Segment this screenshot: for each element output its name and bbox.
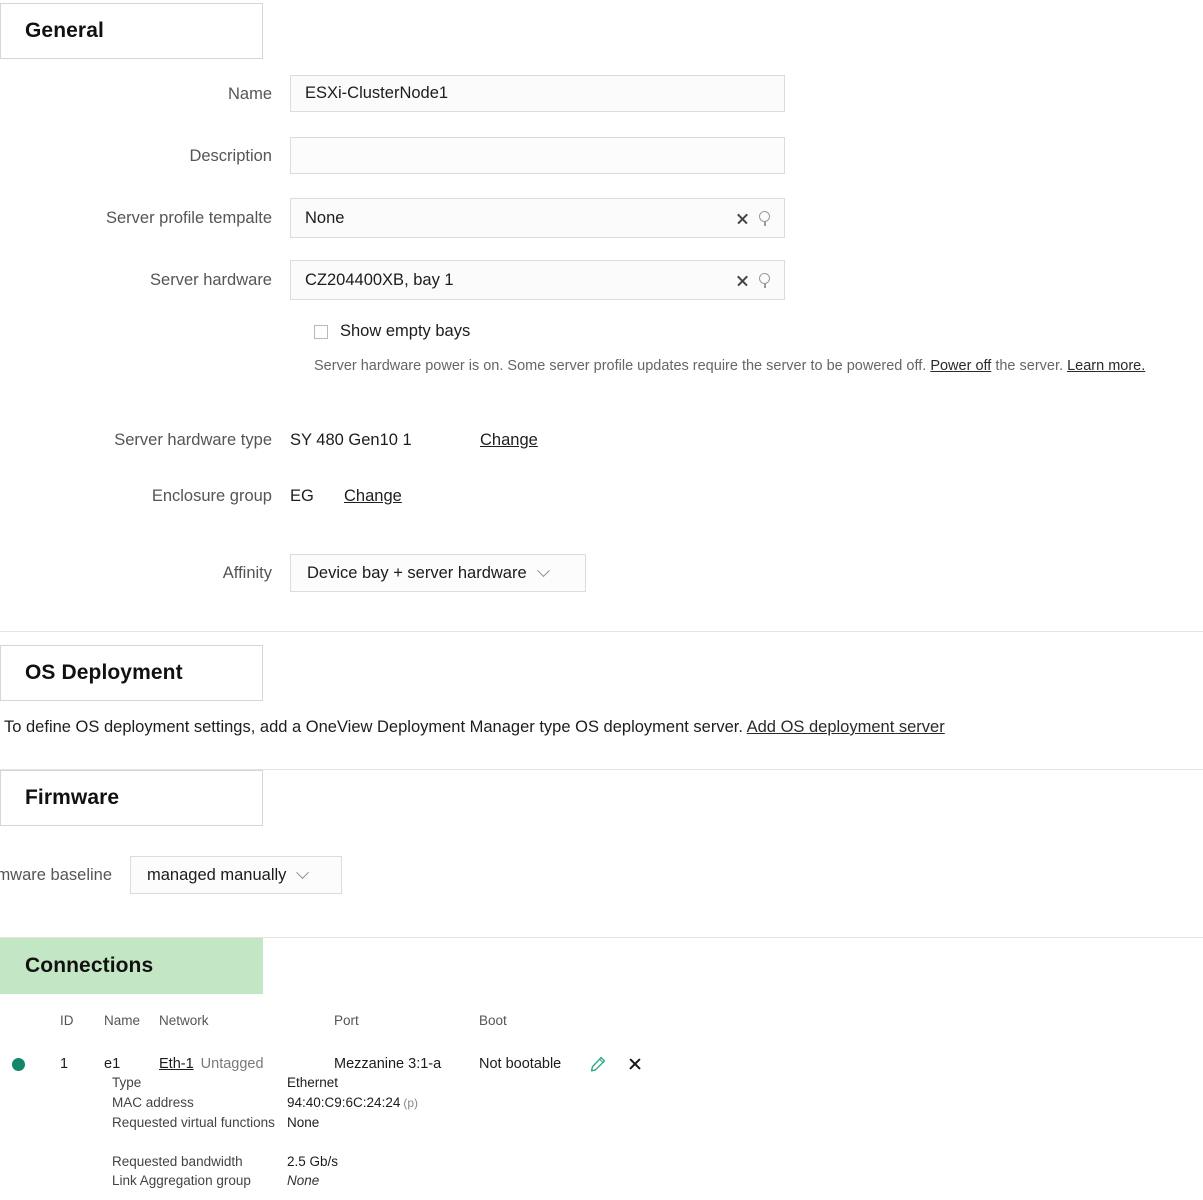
section-header-firmware: Firmware [0, 770, 263, 826]
label-firmware-baseline: Firmware baseline [0, 866, 112, 884]
detail-value-text: 94:40:C9:6C:24:24 [287, 1094, 401, 1110]
affinity-select[interactable]: Device bay + server hardware [290, 554, 586, 592]
section-title-connections: Connections [25, 954, 154, 977]
server-hardware-input[interactable]: CZ204400XB, bay 1 [290, 260, 785, 300]
form-row-name: Name ESXi-ClusterNode1 [0, 75, 785, 112]
enclosure-group-change-link[interactable]: Change [344, 487, 402, 506]
form-row-firmware-baseline: Firmware baseline managed manually [0, 856, 342, 894]
section-title-firmware: Firmware [25, 786, 120, 809]
detail-row-requested-bandwidth: Requested bandwidth 2.5 Gb/s [112, 1152, 418, 1172]
column-header-name: Name [104, 1012, 141, 1028]
search-icon[interactable] [759, 272, 774, 288]
detail-value: 2.5 Gb/s [287, 1153, 339, 1169]
detail-value: 94:40:C9:6C:24:24 (p) [287, 1093, 418, 1114]
column-header-id: ID [60, 1012, 74, 1028]
firmware-baseline-select[interactable]: managed manually [130, 856, 342, 894]
column-header-network: Network [159, 1012, 209, 1028]
pencil-icon[interactable] [589, 1056, 606, 1073]
label-affinity: Affinity [222, 564, 272, 582]
chevron-down-icon [296, 865, 310, 879]
connection-boot: Not bootable [479, 1056, 562, 1072]
server-profile-template-actions [736, 210, 774, 226]
server-hardware-value: CZ204400XB, bay 1 [305, 270, 454, 289]
connection-network-link[interactable]: Eth-1 [159, 1056, 194, 1072]
power-message-part1: Server hardware power is on. Some server… [314, 358, 931, 374]
detail-value-suffix: (p) [403, 1095, 419, 1110]
label-name: Name [227, 84, 272, 103]
enclosure-group-value: EG [290, 486, 314, 505]
description-input[interactable] [290, 137, 785, 174]
connection-network: Eth-1 Untagged [159, 1056, 334, 1072]
detail-value: None [287, 1115, 320, 1130]
add-os-deployment-server-link[interactable]: Add OS deployment server [747, 718, 945, 736]
form-row-affinity: Affinity Device bay + server hardware [0, 554, 586, 592]
name-input-value: ESXi-ClusterNode1 [305, 84, 449, 102]
name-input[interactable]: ESXi-ClusterNode1 [290, 75, 785, 112]
section-header-connections: Connections [0, 938, 263, 994]
label-description: Description [189, 146, 272, 165]
detail-row-link-aggregation-group: Link Aggregation group None [112, 1171, 418, 1191]
connection-network-tag: Untagged [200, 1056, 264, 1072]
form-row-enclosure-group: Enclosure group EG Change [0, 486, 402, 506]
section-title-general: General [25, 19, 104, 42]
connections-table-header: ID Name Network Port Boot [0, 1008, 1203, 1032]
detail-key: MAC address [112, 1094, 194, 1110]
learn-more-link[interactable]: Learn more. [1067, 358, 1145, 374]
server-hardware-type-value: SY 480 Gen10 1 [290, 430, 412, 449]
detail-row-requested-virtual-functions: Requested virtual functions None [112, 1113, 418, 1133]
column-header-boot: Boot [479, 1012, 507, 1028]
detail-row-type: Type Ethernet [112, 1073, 418, 1093]
section-title-os-deployment: OS Deployment [25, 661, 183, 684]
form-row-description: Description [0, 137, 785, 174]
clear-icon[interactable] [736, 274, 749, 287]
detail-key: Link Aggregation group [112, 1173, 251, 1188]
divider-general-bottom [0, 631, 1203, 632]
server-hardware-actions [736, 272, 774, 288]
label-server-profile-template: Server profile tempalte [106, 209, 272, 227]
show-empty-bays-checkbox[interactable] [314, 324, 328, 339]
status-ok-icon [12, 1057, 25, 1071]
clear-icon[interactable] [736, 212, 749, 225]
power-off-link[interactable]: Power off [930, 358, 991, 374]
os-deployment-message-text: To define OS deployment settings, add a … [4, 718, 747, 736]
label-enclosure-group: Enclosure group [151, 487, 272, 505]
search-icon[interactable] [759, 210, 774, 226]
section-header-general: General [0, 3, 263, 59]
connections-table: ID Name Network Port Boot 1 e1 Eth-1 Unta… [0, 1008, 1203, 1082]
server-profile-template-input[interactable]: None [290, 198, 785, 238]
power-message-part2: the server. [991, 358, 1068, 374]
connection-id: 1 [60, 1056, 69, 1072]
connection-port: Mezzanine 3:1-a [334, 1056, 442, 1072]
power-state-message: Server hardware power is on. Some server… [314, 354, 1203, 379]
detail-key: Type [112, 1075, 142, 1090]
section-header-os-deployment: OS Deployment [0, 645, 263, 701]
server-profile-template-value: None [305, 208, 345, 227]
detail-value: None [287, 1173, 320, 1188]
chevron-down-icon [536, 563, 550, 577]
connection-status [0, 1057, 60, 1071]
detail-value: Ethernet [287, 1075, 339, 1090]
form-row-server-profile-template: Server profile tempalte None [0, 198, 785, 238]
detail-row-mac-address: MAC address 94:40:C9:6C:24:24 (p) [112, 1093, 418, 1114]
label-server-hardware: Server hardware [150, 271, 272, 289]
server-hardware-type-change-link[interactable]: Change [480, 431, 538, 450]
show-empty-bays-label: Show empty bays [340, 322, 471, 340]
form-row-server-hardware-type: Server hardware type SY 480 Gen10 1 Chan… [0, 430, 538, 450]
connection-name: e1 [104, 1056, 121, 1072]
os-deployment-message: To define OS deployment settings, add a … [4, 718, 945, 737]
label-server-hardware-type: Server hardware type [114, 431, 272, 449]
show-empty-bays-row[interactable]: Show empty bays [314, 322, 470, 341]
detail-key: Requested bandwidth [112, 1153, 243, 1169]
close-icon[interactable] [628, 1057, 642, 1071]
column-header-port: Port [334, 1012, 359, 1028]
firmware-baseline-value: managed manually [147, 865, 287, 884]
connection-details: Type Ethernet MAC address 94:40:C9:6C:24… [112, 1073, 418, 1191]
form-row-server-hardware: Server hardware CZ204400XB, bay 1 [0, 260, 785, 300]
affinity-select-value: Device bay + server hardware [307, 563, 527, 582]
detail-key: Requested virtual functions [112, 1115, 275, 1130]
